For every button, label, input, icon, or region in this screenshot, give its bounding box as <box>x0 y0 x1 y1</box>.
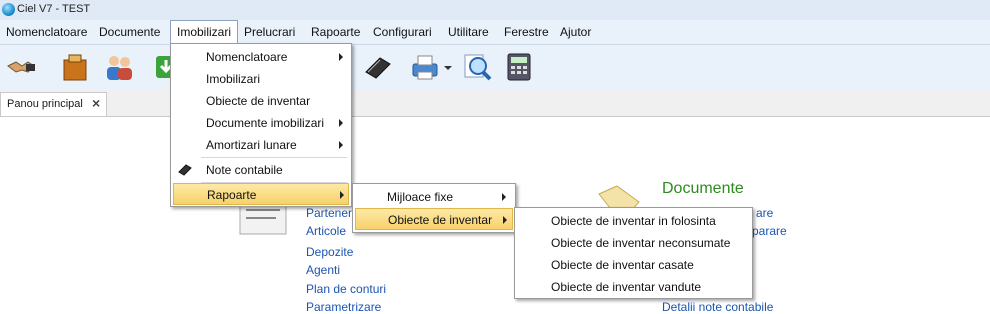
tab-strip: Panou principal × <box>0 90 990 117</box>
notebook-icon <box>178 164 192 176</box>
link-parteneri[interactable]: Parteneri <box>306 206 355 220</box>
menu-ajutor[interactable]: Ajutor <box>554 20 597 44</box>
section-title-documente: Documente <box>662 180 744 197</box>
menu-imobilizari[interactable]: Imobilizari <box>170 20 239 44</box>
menu-item-obiecte-in-folosinta[interactable]: Obiecte de inventar in folosinta <box>517 210 750 232</box>
menu-configurari[interactable]: Configurari <box>367 20 438 44</box>
link-agenti[interactable]: Agenti <box>306 263 340 277</box>
menu-bar: Nomenclatoare Documente Imobilizari Prel… <box>0 20 990 45</box>
app-logo-icon <box>2 3 15 16</box>
window-title: Ciel V7 - TEST <box>17 3 91 15</box>
title-bar: Ciel V7 - TEST <box>0 0 990 20</box>
toolbar <box>0 45 990 91</box>
menu-item-imobilizari[interactable]: Imobilizari <box>173 68 349 90</box>
menu-prelucrari[interactable]: Prelucrari <box>238 20 301 44</box>
menu-item-obiecte-de-inventar[interactable]: Obiecte de inventar <box>173 90 349 112</box>
close-icon[interactable]: × <box>92 96 100 110</box>
printer-icon[interactable] <box>410 52 440 82</box>
menu-nomenclatoare[interactable]: Nomenclatoare <box>0 20 93 44</box>
tab-panou-principal[interactable]: Panou principal × <box>0 92 107 116</box>
zoom-icon[interactable] <box>462 52 492 82</box>
chevron-right-icon <box>339 53 343 61</box>
printer-dropdown-chevron-down-icon[interactable] <box>442 52 454 82</box>
link-depozite[interactable]: Depozite <box>306 245 353 259</box>
menu-item-rapoarte[interactable]: Rapoarte <box>173 183 349 205</box>
users-icon[interactable] <box>104 52 134 82</box>
menu-item-nomenclatoare[interactable]: Nomenclatoare <box>173 46 349 68</box>
link-documente-2[interactable]: parare <box>752 224 787 238</box>
chevron-right-icon <box>503 216 507 224</box>
menu-item-obiecte-de-inventar-rapoarte[interactable]: Obiecte de inventar <box>355 208 513 230</box>
rapoarte-submenu: Mijloace fixe Obiecte de inventar <box>352 183 516 233</box>
menu-item-obiecte-neconsumate[interactable]: Obiecte de inventar neconsumate <box>517 232 750 254</box>
link-detalii-note-contabile[interactable]: Detalii note contabile <box>662 300 773 314</box>
box-icon[interactable] <box>60 52 90 82</box>
link-articole[interactable]: Articole <box>306 224 346 238</box>
menu-separator <box>201 157 347 158</box>
menu-item-obiecte-vandute[interactable]: Obiecte de inventar vandute <box>517 276 750 298</box>
link-parametrizare[interactable]: Parametrizare <box>306 300 381 314</box>
handshake-icon[interactable] <box>6 52 36 82</box>
menu-rapoarte[interactable]: Rapoarte <box>305 20 366 44</box>
link-documente-1[interactable]: are <box>756 206 773 220</box>
menu-item-mijloace-fixe[interactable]: Mijloace fixe <box>355 186 513 208</box>
menu-item-obiecte-casate[interactable]: Obiecte de inventar casate <box>517 254 750 276</box>
menu-documente[interactable]: Documente <box>93 20 166 44</box>
menu-item-documente-imobilizari[interactable]: Documente imobilizari <box>173 112 349 134</box>
chevron-right-icon <box>339 141 343 149</box>
chevron-right-icon <box>340 191 344 199</box>
book-icon[interactable] <box>362 52 392 82</box>
link-plan-de-conturi[interactable]: Plan de conturi <box>306 282 386 296</box>
menu-item-note-contabile[interactable]: Note contabile <box>173 159 349 181</box>
menu-utilitare[interactable]: Utilitare <box>442 20 495 44</box>
menu-ferestre[interactable]: Ferestre <box>498 20 555 44</box>
obiecte-de-inventar-submenu: Obiecte de inventar in folosinta Obiecte… <box>514 207 753 299</box>
menu-item-amortizari-lunare[interactable]: Amortizari lunare <box>173 134 349 156</box>
chevron-right-icon <box>502 193 506 201</box>
chevron-right-icon <box>339 119 343 127</box>
calculator-icon[interactable] <box>504 52 534 82</box>
imobilizari-menu: Nomenclatoare Imobilizari Obiecte de inv… <box>170 43 352 207</box>
tab-label: Panou principal <box>7 98 83 110</box>
